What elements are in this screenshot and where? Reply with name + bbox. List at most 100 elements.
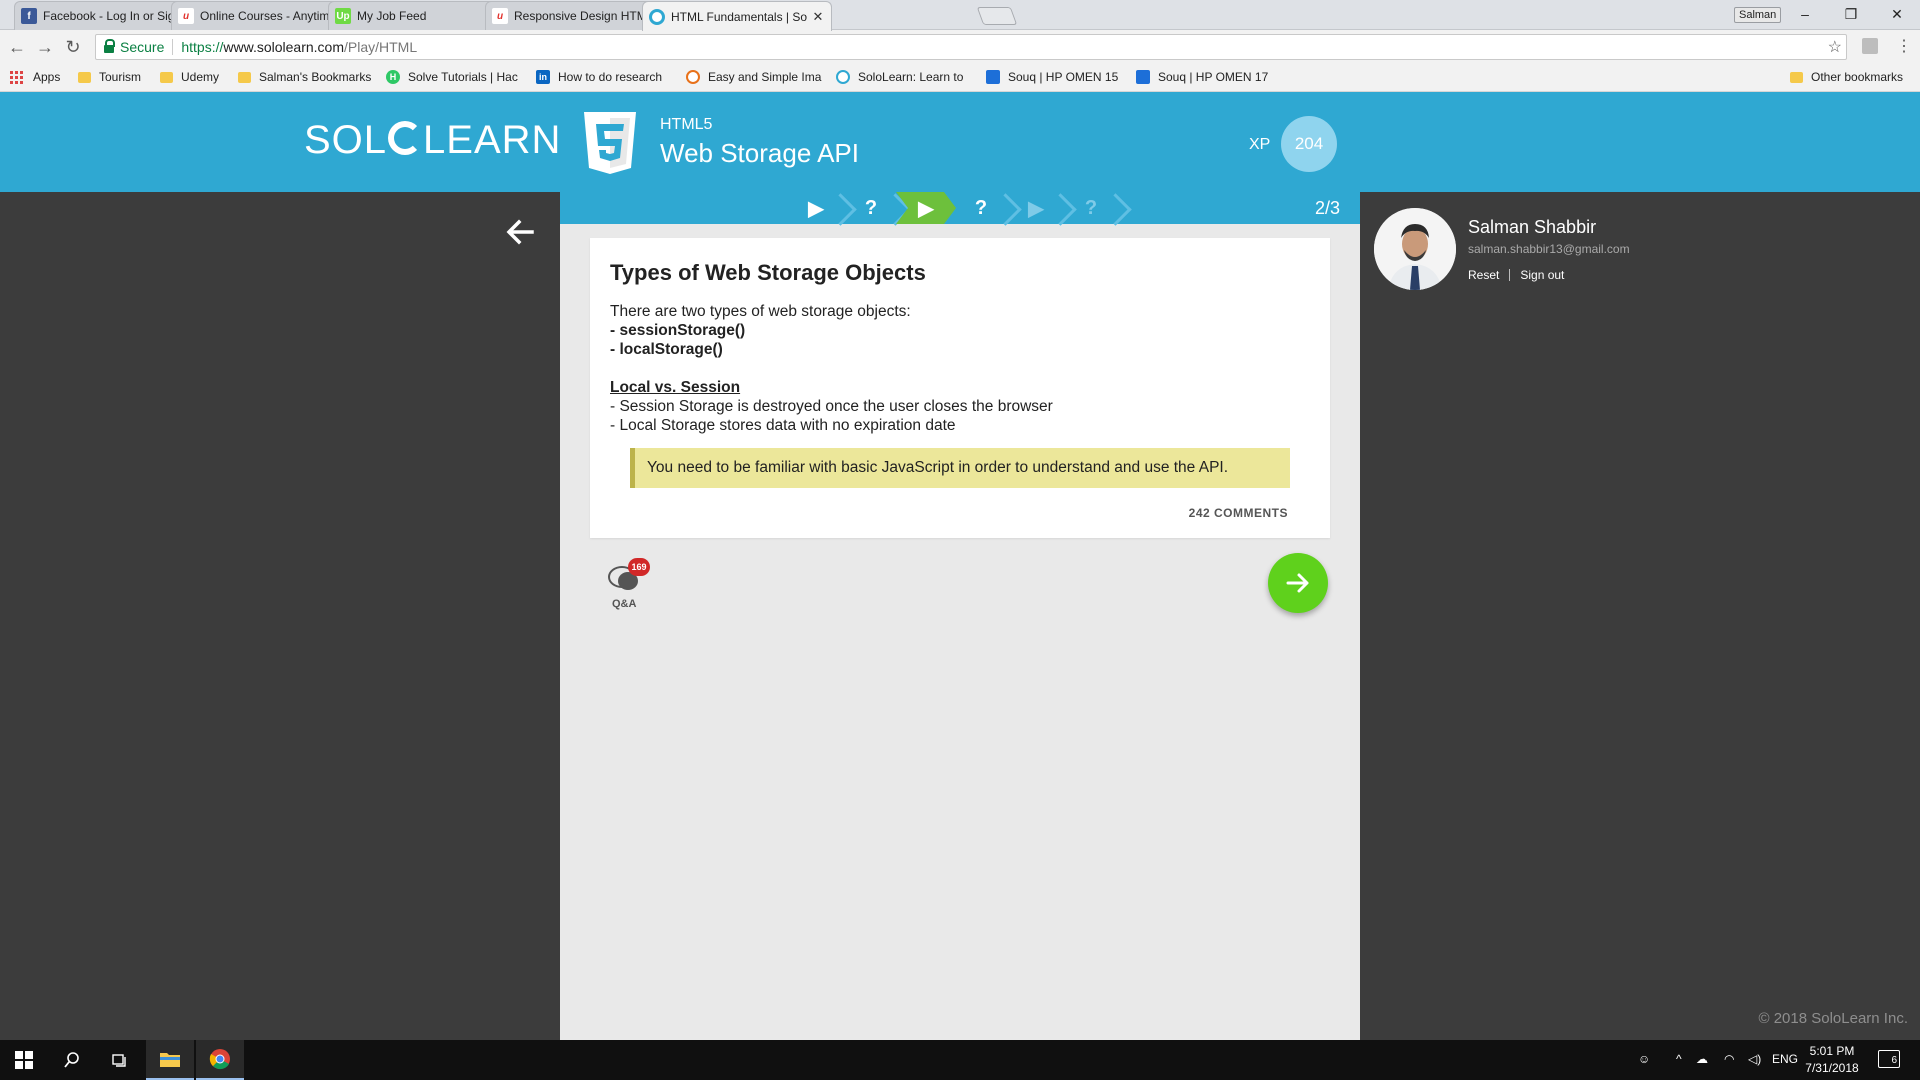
chrome-icon[interactable]: [196, 1040, 244, 1080]
extension-icon[interactable]: [1862, 38, 1878, 54]
window-close-icon[interactable]: ✕: [1874, 2, 1920, 26]
bookmark-souq-omen17[interactable]: Souq | HP OMEN 17: [1136, 70, 1268, 84]
lesson-module-title: Web Storage API: [660, 138, 859, 168]
people-icon[interactable]: ☺: [1638, 1052, 1650, 1066]
bookmark-souq-omen15[interactable]: Souq | HP OMEN 15: [986, 70, 1118, 84]
bookmark-tourism[interactable]: Tourism: [78, 70, 141, 84]
clock[interactable]: 5:01 PM 7/31/2018: [1800, 1043, 1864, 1077]
qa-label: Q&A: [612, 598, 637, 610]
lesson-line-local: - Local Storage stores data with no expi…: [610, 417, 956, 434]
tab-title: Facebook - Log In or Sign: [43, 9, 182, 23]
bookmark-easy-simple[interactable]: Easy and Simple Ima: [686, 70, 821, 84]
reload-icon[interactable]: ↻: [62, 36, 84, 58]
xp-badge: 204: [1281, 116, 1337, 172]
lesson-progress-bar: ▶ ? ▶ ? ▶ ? 2/3: [560, 192, 1360, 224]
clock-date: 7/31/2018: [1805, 1061, 1859, 1075]
bookmark-salmans-bookmarks[interactable]: Salman's Bookmarks: [238, 70, 371, 84]
notification-count: 6: [1891, 1055, 1897, 1066]
comments-link[interactable]: 242 COMMENTS: [1189, 506, 1288, 520]
lesson-title: Types of Web Storage Objects: [610, 260, 926, 285]
volume-icon[interactable]: ◁): [1748, 1052, 1761, 1066]
bookmark-label: How to do research: [558, 70, 663, 84]
windows-start-icon[interactable]: [0, 1040, 48, 1080]
lesson-item-local: - localStorage(): [610, 341, 723, 358]
step-glyph: ?: [1084, 196, 1098, 219]
folder-icon: [78, 71, 91, 83]
souq-icon: [986, 70, 1000, 84]
bookmark-udemy[interactable]: Udemy: [160, 70, 219, 84]
hackerrank-icon: H: [386, 70, 400, 84]
bookmark-other[interactable]: Other bookmarks: [1790, 70, 1903, 84]
apps-grid-icon: [10, 70, 23, 84]
step-glyph: ▶: [918, 197, 934, 220]
new-tab-button[interactable]: [976, 7, 1018, 25]
lesson-line-session: - Session Storage is destroyed once the …: [610, 398, 1053, 415]
bookmark-label: Solve Tutorials | Hac: [408, 70, 518, 84]
language-indicator[interactable]: ENG: [1772, 1052, 1798, 1066]
sign-out-link[interactable]: Sign out: [1520, 268, 1564, 282]
onedrive-icon[interactable]: ☁: [1696, 1052, 1708, 1066]
bookmark-label: Other bookmarks: [1811, 70, 1904, 84]
progress-count: 2/3: [1314, 198, 1340, 218]
task-view-icon[interactable]: [96, 1040, 144, 1080]
lock-icon: [104, 39, 115, 53]
progress-step-6: ?: [1061, 192, 1121, 224]
window-user-label[interactable]: Salman: [1734, 7, 1782, 23]
left-panel: [0, 192, 560, 1040]
bookmark-apps[interactable]: Apps: [10, 70, 60, 84]
url-path: /Play/HTML: [344, 39, 418, 55]
user-email: salman.shabbir13@gmail.com: [1468, 242, 1630, 256]
bookmark-label: Salman's Bookmarks: [259, 70, 372, 84]
bookmark-hackerrank[interactable]: H Solve Tutorials | Hac: [386, 70, 518, 84]
clock-time: 5:01 PM: [1809, 1044, 1855, 1058]
progress-step-4[interactable]: ?: [951, 192, 1011, 224]
browser-tab-strip: f Facebook - Log In or Sign ✕ u Online C…: [0, 0, 1920, 31]
file-explorer-icon[interactable]: [146, 1040, 194, 1080]
progress-step-1[interactable]: ▶: [786, 192, 846, 224]
progress-step-2[interactable]: ?: [841, 192, 901, 224]
avatar[interactable]: [1374, 208, 1456, 290]
notifications-icon[interactable]: 6: [1878, 1050, 1900, 1068]
arrow-right-icon: [1286, 573, 1309, 593]
forward-icon[interactable]: →: [34, 36, 56, 58]
browser-tab-html-fundamentals[interactable]: HTML Fundamentals | So ✕: [642, 1, 832, 31]
lesson-section-heading: Local vs. Session: [610, 379, 741, 396]
user-name: Salman Shabbir: [1468, 217, 1597, 237]
bookmark-label: Apps: [33, 70, 61, 84]
step-glyph: ?: [864, 196, 878, 219]
bookmark-label: Easy and Simple Ima: [708, 70, 822, 84]
qa-button[interactable]: 169 Q&A: [604, 556, 650, 612]
minimize-icon[interactable]: –: [1782, 2, 1828, 26]
step-glyph: ▶: [1028, 197, 1044, 220]
url-protocol: https://: [181, 39, 224, 55]
url-host: www.sololearn.com: [223, 39, 344, 55]
address-bar[interactable]: Secure https:// www.sololearn.com /Play/…: [95, 34, 1847, 60]
sololearn-logo[interactable]: SOL LEARN: [304, 118, 561, 163]
logo-text-right: LEARN: [423, 118, 562, 162]
bookmark-sololearn[interactable]: SoloLearn: Learn to: [836, 70, 963, 84]
udemy-icon: u: [178, 8, 194, 24]
bookmark-label: Tourism: [99, 70, 142, 84]
back-icon[interactable]: ←: [6, 36, 28, 58]
bookmark-label: Souq | HP OMEN 17: [1158, 70, 1269, 84]
secure-label: Secure: [120, 39, 165, 55]
search-icon[interactable]: [48, 1040, 96, 1080]
folder-icon: [238, 71, 251, 83]
user-links: Reset Sign out: [1468, 268, 1564, 282]
back-arrow-icon[interactable]: [504, 216, 536, 248]
facebook-icon: f: [21, 8, 37, 24]
chevron-up-icon[interactable]: ^: [1676, 1052, 1682, 1066]
reset-link[interactable]: Reset: [1468, 268, 1499, 282]
next-button[interactable]: [1268, 553, 1328, 613]
progress-step-5: ▶: [1006, 192, 1066, 224]
qa-count-badge: 169: [628, 558, 650, 576]
browser-menu-icon[interactable]: ⋮: [1896, 36, 1912, 56]
restore-icon[interactable]: ❐: [1828, 2, 1874, 26]
close-icon[interactable]: ✕: [811, 9, 825, 25]
wifi-icon[interactable]: ◠: [1724, 1052, 1734, 1066]
folder-icon: [160, 71, 173, 83]
bookmark-research[interactable]: in How to do research: [536, 70, 662, 84]
browser-toolbar: ← → ↻ Secure https:// www.sololearn.com …: [0, 30, 1920, 64]
bookmark-star-icon[interactable]: ☆: [1828, 37, 1842, 57]
right-panel: [1360, 192, 1920, 1040]
